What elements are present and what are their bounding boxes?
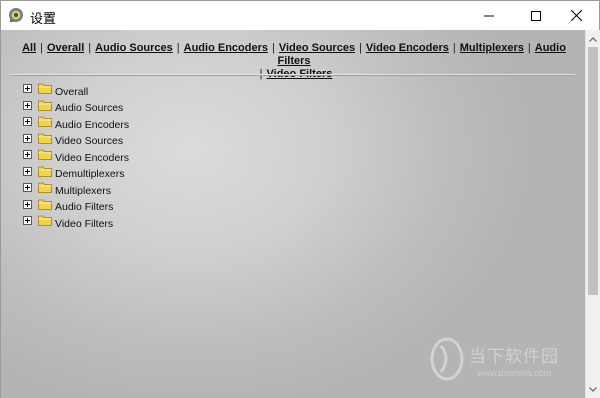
nav-link-audio-encoders[interactable]: Audio Encoders <box>184 42 268 54</box>
watermark-logo-icon <box>430 337 464 381</box>
scroll-down-button[interactable] <box>586 382 600 396</box>
folder-icon <box>38 215 52 227</box>
folder-icon <box>38 199 52 210</box>
folder-icon <box>38 133 52 144</box>
expand-icon[interactable] <box>23 100 32 110</box>
tree-item-overall[interactable]: Overall <box>23 82 129 99</box>
expand-icon[interactable] <box>23 216 32 226</box>
tree-item-video-sources[interactable]: Video Sources <box>23 132 129 149</box>
scroll-up-button[interactable] <box>586 32 600 46</box>
expand-icon[interactable] <box>23 150 32 160</box>
nav-separator: | <box>40 42 43 54</box>
tree-item-audio-encoders[interactable]: Audio Encoders <box>23 115 129 132</box>
watermark-brand: 当下软件园 <box>469 347 559 367</box>
nav-separator: | <box>176 42 180 54</box>
folder-icon <box>38 149 52 161</box>
tree-item-label: Audio Filters <box>55 201 114 214</box>
nav-separator: | <box>452 42 456 54</box>
tree-item-audio-filters[interactable]: Audio Filters <box>23 198 129 215</box>
folder-icon <box>38 116 52 128</box>
minimize-icon <box>484 15 494 16</box>
nav-link-video-sources[interactable]: Video Sources <box>279 42 355 54</box>
folder-icon <box>38 166 52 177</box>
title-bar[interactable]: 设置 <box>1 1 599 30</box>
folder-icon <box>38 100 52 111</box>
chevron-down-icon <box>589 386 597 392</box>
nav-link-all[interactable]: All <box>22 42 36 54</box>
maximize-icon <box>531 10 541 21</box>
app-icon <box>9 8 23 22</box>
nav-link-multiplexers[interactable]: Multiplexers <box>460 42 524 54</box>
tree-item-label: Audio Sources <box>55 102 124 115</box>
tree-item-video-encoders[interactable]: Video Encoders <box>23 148 129 165</box>
tree-item-label: Video Encoders <box>55 151 129 164</box>
settings-window: 设置 All | Overall | Audio Sources | Audio Encod… <box>0 0 600 398</box>
close-icon <box>570 10 582 21</box>
folder-icon <box>38 83 52 95</box>
expand-icon[interactable] <box>23 117 32 127</box>
nav-link-audio-sources[interactable]: Audio Sources <box>95 42 173 54</box>
watermark-url: www.downxia.com <box>477 368 552 378</box>
expand-icon[interactable] <box>23 84 32 94</box>
nav-link-overall[interactable]: Overall <box>47 42 84 54</box>
tree-item-label: Multiplexers <box>55 184 112 197</box>
settings-content: All | Overall | Audio Sources | Audio Encoders… <box>1 30 585 398</box>
tree-item-multiplexers[interactable]: Multiplexers <box>23 181 129 198</box>
scrollbar-thumb[interactable] <box>588 47 598 295</box>
settings-tree: Overall Audio Sources Audio Encoders Vid… <box>23 82 129 231</box>
tree-item-label: Audio Encoders <box>55 118 130 131</box>
watermark: 当下软件园 www.downxia.com <box>429 334 579 394</box>
close-button[interactable] <box>553 1 599 30</box>
expand-icon[interactable] <box>23 133 32 143</box>
nav-link-video-encoders[interactable]: Video Encoders <box>366 42 449 54</box>
nav-separator: | <box>88 42 92 54</box>
tree-item-video-filters[interactable]: Video Filters <box>23 214 129 231</box>
nav-separator: | <box>527 42 531 54</box>
vertical-scrollbar[interactable] <box>585 30 600 398</box>
expand-icon[interactable] <box>23 183 32 193</box>
nav-divider <box>11 74 575 76</box>
tree-item-label: Overall <box>55 85 89 98</box>
tree-item-audio-sources[interactable]: Audio Sources <box>23 99 129 116</box>
window-title: 设置 <box>30 12 57 27</box>
tree-item-label: Demultiplexers <box>55 168 125 181</box>
folder-icon <box>38 182 52 194</box>
nav-separator: | <box>271 42 275 54</box>
expand-icon[interactable] <box>23 199 32 209</box>
minimize-button[interactable] <box>466 1 512 30</box>
tree-item-label: Video Sources <box>55 135 124 148</box>
chevron-up-icon <box>589 36 597 42</box>
nav-separator: | <box>359 42 362 54</box>
tree-item-label: Video Filters <box>55 217 114 230</box>
tree-item-demultiplexers[interactable]: Demultiplexers <box>23 165 129 182</box>
expand-icon[interactable] <box>23 166 32 176</box>
